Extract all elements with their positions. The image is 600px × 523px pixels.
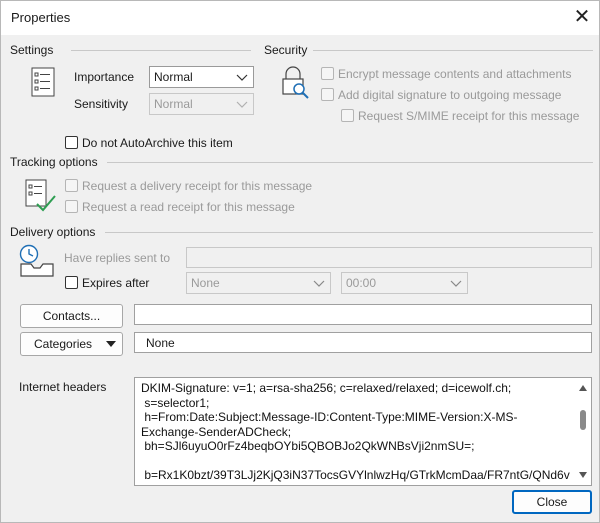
tracking-separator <box>107 162 593 163</box>
delivery-receipt-label: Request a delivery receipt for this mess… <box>82 179 313 193</box>
internet-headers-text: DKIM-Signature: v=1; a=rsa-sha256; c=rel… <box>141 381 570 482</box>
encrypt-checkbox[interactable] <box>321 67 334 80</box>
chevron-down-icon <box>236 74 248 81</box>
delivery-clock-tray-icon <box>19 244 54 277</box>
internet-headers-label: Internet headers <box>19 380 107 394</box>
tracking-section-title: Tracking options <box>10 155 102 169</box>
smime-label: Request S/MIME receipt for this message <box>358 109 580 123</box>
close-button[interactable]: Close <box>512 490 592 514</box>
headers-scrollbar[interactable] <box>575 378 591 485</box>
settings-list-icon <box>31 67 55 97</box>
signature-checkbox[interactable] <box>321 88 334 101</box>
scroll-down-icon[interactable] <box>578 471 588 479</box>
categories-button-label: Categories <box>34 337 93 351</box>
importance-label: Importance <box>74 70 135 84</box>
contacts-button[interactable]: Contacts... <box>20 304 123 328</box>
autoarchive-label: Do not AutoArchive this item <box>82 136 233 150</box>
settings-section-title: Settings <box>10 43 58 57</box>
expires-checkbox[interactable] <box>65 276 78 289</box>
autoarchive-checkbox[interactable] <box>65 136 78 149</box>
delivery-section-title: Delivery options <box>10 225 100 239</box>
contacts-input[interactable] <box>134 304 592 325</box>
categories-input[interactable]: None <box>134 332 592 353</box>
delivery-receipt-checkbox[interactable] <box>65 179 78 192</box>
replies-label: Have replies sent to <box>64 251 171 265</box>
expires-date-value: None <box>191 276 220 290</box>
security-lock-icon <box>282 66 309 99</box>
expires-label: Expires after <box>82 276 150 290</box>
title-bar: Properties ✕ <box>1 1 599 35</box>
internet-headers-textarea[interactable]: DKIM-Signature: v=1; a=rsa-sha256; c=rel… <box>134 377 592 486</box>
sensitivity-value: Normal <box>154 97 193 111</box>
settings-separator <box>71 50 251 51</box>
importance-select[interactable]: Normal <box>149 66 254 88</box>
scroll-up-icon[interactable] <box>578 384 588 392</box>
importance-value: Normal <box>154 70 193 84</box>
encrypt-label: Encrypt message contents and attachments <box>338 67 572 81</box>
replies-input[interactable] <box>186 247 592 268</box>
categories-button[interactable]: Categories <box>20 332 123 356</box>
security-separator <box>313 50 593 51</box>
smime-checkbox[interactable] <box>341 109 354 122</box>
read-receipt-checkbox[interactable] <box>65 200 78 213</box>
window-title: Properties <box>11 10 71 25</box>
scroll-thumb[interactable] <box>580 410 586 430</box>
expires-date-select[interactable]: None <box>186 272 331 294</box>
delivery-separator <box>105 232 593 233</box>
sensitivity-label: Sensitivity <box>74 97 129 111</box>
signature-label: Add digital signature to outgoing messag… <box>338 88 562 102</box>
sensitivity-select[interactable]: Normal <box>149 93 254 115</box>
tracking-checklist-icon <box>25 179 56 212</box>
chevron-down-icon <box>313 280 325 287</box>
security-section-title: Security <box>264 43 312 57</box>
chevron-down-icon <box>236 101 248 108</box>
read-receipt-label: Request a read receipt for this message <box>82 200 295 214</box>
expires-time-select[interactable]: 00:00 <box>341 272 468 294</box>
expires-time-value: 00:00 <box>346 276 377 290</box>
close-icon[interactable]: ✕ <box>567 3 597 33</box>
categories-value: None <box>146 336 175 350</box>
triangle-down-icon <box>106 341 116 347</box>
properties-dialog: Properties ✕ Settings Importance Normal … <box>0 0 600 523</box>
chevron-down-icon <box>450 280 462 287</box>
